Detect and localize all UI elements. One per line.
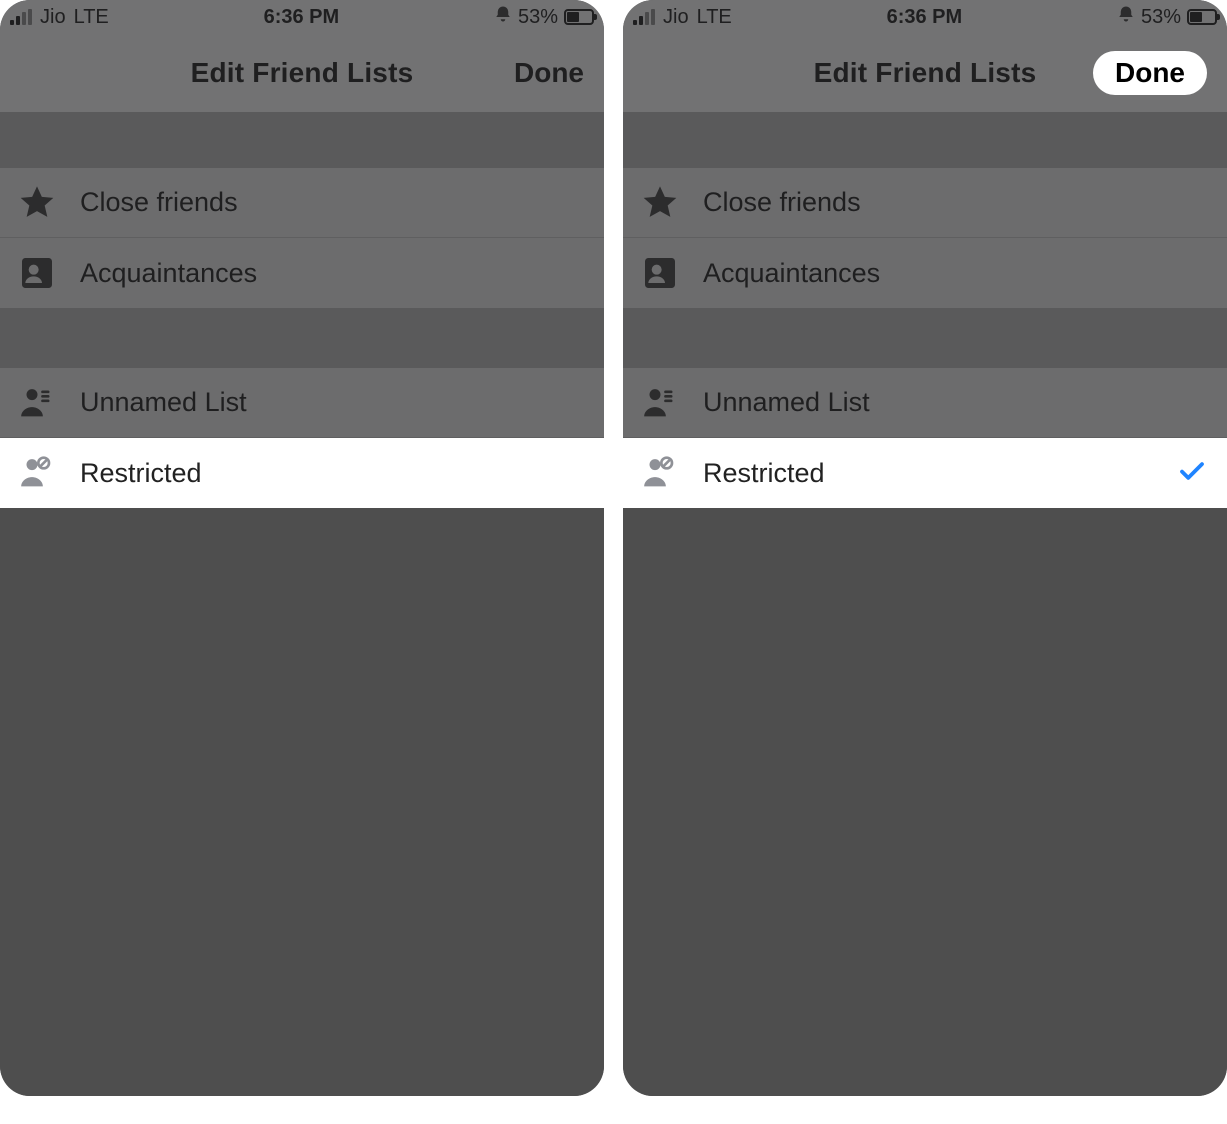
person-restricted-icon	[639, 452, 681, 494]
alarm-icon	[494, 5, 512, 29]
clock: 6:36 PM	[887, 6, 963, 29]
section-gap	[0, 308, 604, 368]
section-gap	[623, 112, 1227, 168]
badge-icon	[16, 252, 58, 294]
person-restricted-icon	[16, 452, 58, 494]
signal-icon	[633, 9, 655, 25]
star-icon	[16, 182, 58, 224]
list-row-close-friends[interactable]: Close friends	[623, 168, 1227, 238]
person-list-icon	[16, 382, 58, 424]
custom-lists-section: Unnamed List Restricted	[623, 368, 1227, 508]
nav-bar: Edit Friend Lists Done	[0, 34, 604, 112]
alarm-icon	[1117, 5, 1135, 29]
list-label: Restricted	[703, 458, 825, 489]
signal-icon	[10, 9, 32, 25]
empty-area	[623, 508, 1227, 1096]
network-label: LTE	[74, 6, 109, 29]
list-label: Close friends	[703, 187, 861, 218]
checkmark-icon	[1177, 456, 1207, 491]
battery-pct: 53%	[1141, 6, 1181, 29]
network-label: LTE	[697, 6, 732, 29]
page-title: Edit Friend Lists	[191, 57, 414, 89]
list-row-unnamed[interactable]: Unnamed List	[0, 368, 604, 438]
battery-pct: 53%	[518, 6, 558, 29]
preset-lists-section: Close friends Acquaintances	[0, 168, 604, 308]
custom-lists-section: Unnamed List Restricted	[0, 368, 604, 508]
list-row-restricted[interactable]: Restricted	[0, 438, 604, 508]
list-label: Restricted	[80, 458, 202, 489]
person-list-icon	[639, 382, 681, 424]
list-row-restricted[interactable]: Restricted	[623, 438, 1227, 508]
list-label: Acquaintances	[703, 258, 880, 289]
section-gap	[0, 112, 604, 168]
list-row-close-friends[interactable]: Close friends	[0, 168, 604, 238]
list-label: Close friends	[80, 187, 238, 218]
list-label: Acquaintances	[80, 258, 257, 289]
done-button[interactable]: Done	[514, 57, 584, 89]
list-row-acquaintances[interactable]: Acquaintances	[623, 238, 1227, 308]
list-row-acquaintances[interactable]: Acquaintances	[0, 238, 604, 308]
nav-bar: Edit Friend Lists Done	[623, 34, 1227, 112]
clock: 6:36 PM	[264, 6, 340, 29]
list-row-unnamed[interactable]: Unnamed List	[623, 368, 1227, 438]
carrier-label: Jio	[663, 6, 689, 29]
star-icon	[639, 182, 681, 224]
list-label: Unnamed List	[703, 387, 870, 418]
preset-lists-section: Close friends Acquaintances	[623, 168, 1227, 308]
screenshot-left: Jio LTE 6:36 PM 53% Edit Friend Lists Do…	[0, 0, 604, 1096]
empty-area	[0, 508, 604, 1096]
done-button[interactable]: Done	[1093, 51, 1207, 95]
carrier-label: Jio	[40, 6, 66, 29]
battery-icon	[1187, 9, 1217, 25]
battery-icon	[564, 9, 594, 25]
page-title: Edit Friend Lists	[814, 57, 1037, 89]
list-label: Unnamed List	[80, 387, 247, 418]
screenshot-right: Jio LTE 6:36 PM 53% Edit Friend Lists Do…	[623, 0, 1227, 1096]
status-bar: Jio LTE 6:36 PM 53%	[0, 0, 604, 34]
badge-icon	[639, 252, 681, 294]
status-bar: Jio LTE 6:36 PM 53%	[623, 0, 1227, 34]
section-gap	[623, 308, 1227, 368]
